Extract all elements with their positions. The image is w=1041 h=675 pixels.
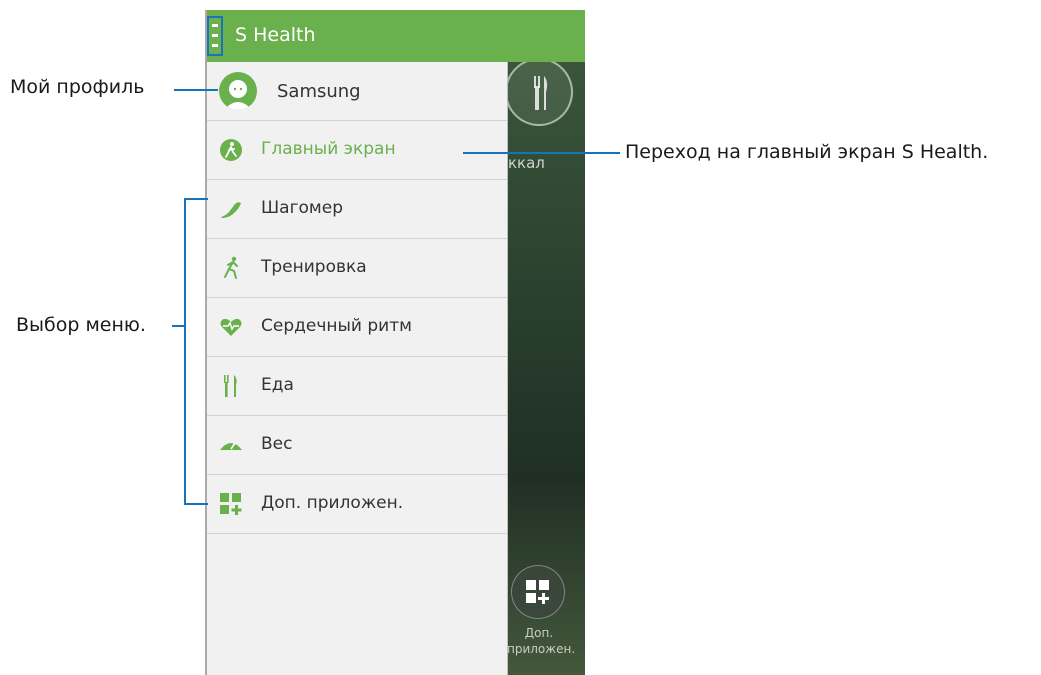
apps-plus-icon <box>220 493 242 515</box>
more-apps-shortcut[interactable] <box>511 565 565 619</box>
apps-label-line1: Доп. <box>524 626 554 640</box>
phone-edge <box>205 10 207 675</box>
kcal-label: ккал <box>508 154 545 172</box>
callout-bracket-top <box>184 198 208 200</box>
callout-profile: Мой профиль <box>10 76 145 98</box>
home-label: Главный экран <box>261 139 396 159</box>
menu-button[interactable] <box>207 16 223 56</box>
profile-name: Samsung <box>277 81 361 102</box>
callout-line-profile <box>174 89 218 91</box>
drawer-item-workout[interactable]: Тренировка <box>205 239 507 298</box>
menu-icon-bar <box>212 44 218 47</box>
scale-icon <box>220 442 242 450</box>
more-apps-shortcut-label: Доп. приложен. <box>507 625 576 657</box>
callout-line-menu <box>172 325 184 327</box>
runner-icon <box>224 256 238 279</box>
drawer-item-label: Вес <box>261 434 293 454</box>
drawer-item-label: Шагомер <box>261 198 344 218</box>
drawer-item-pedometer[interactable]: Шагомер <box>205 180 507 239</box>
drawer-item-label: Тренировка <box>261 257 367 277</box>
drawer-item-heart-rate[interactable]: Сердечный ритм <box>205 298 507 357</box>
drawer-item-weight[interactable]: Вес <box>205 416 507 475</box>
app-header: S Health <box>205 10 585 62</box>
shoe-icon <box>221 202 241 218</box>
drawer-item-profile[interactable]: Samsung <box>205 62 507 121</box>
drawer-item-label: Еда <box>261 375 294 395</box>
fork-knife-icon <box>224 375 237 397</box>
home-runner-icon <box>220 139 242 161</box>
apps-label-line2: приложен. <box>507 642 576 656</box>
menu-icon-bar <box>212 34 218 37</box>
menu-icon <box>212 24 218 27</box>
drawer-item-label: Доп. приложен. <box>261 493 404 513</box>
avatar-icon <box>219 72 257 110</box>
app-title: S Health <box>235 24 316 46</box>
drawer-item-home[interactable]: Главный экран <box>205 121 507 180</box>
callout-menu: Выбор меню. <box>16 314 146 336</box>
heart-icon <box>220 318 242 336</box>
drawer-item-label: Сердечный ритм <box>261 316 412 336</box>
phone-screen: ккал Доп. приложен. S Health Samsung Гла… <box>205 10 585 675</box>
callout-line-home <box>463 152 620 154</box>
fork-knife-icon <box>534 76 548 110</box>
callout-bracket-bottom <box>184 503 208 505</box>
callout-bracket-menu <box>184 198 186 504</box>
drawer-item-more-apps[interactable]: Доп. приложен. <box>205 475 507 534</box>
drawer-item-food[interactable]: Еда <box>205 357 507 416</box>
apps-plus-icon <box>526 580 549 604</box>
callout-home: Переход на главный экран S Health. <box>625 141 989 163</box>
food-shortcut-circle[interactable] <box>505 58 573 126</box>
